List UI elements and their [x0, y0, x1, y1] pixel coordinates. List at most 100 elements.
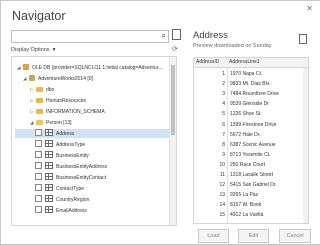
cell-addressline1: 9265 La Paz [230, 192, 259, 199]
table-row: 2 9833 Mt. Dias Blv. [194, 80, 308, 88]
tree-node[interactable]: Address [15, 129, 174, 138]
cell-addressid: 9 [222, 151, 225, 158]
folder-icon [36, 87, 43, 92]
cell-addressid: 3 [222, 91, 225, 98]
cell-addressline1: 1226 Shoe St. [230, 111, 262, 118]
tree-node[interactable]: ▷ HumanResources [15, 96, 86, 105]
cancel-button[interactable]: Cancel [279, 229, 311, 243]
preview-scrollbar[interactable] [303, 68, 308, 223]
tree-node[interactable]: BusinessEntityContact [15, 173, 106, 182]
table-checkbox[interactable] [35, 129, 42, 136]
display-options-label: Display Options [11, 47, 50, 53]
table-row: 8 6387 Scenic Avenue [194, 141, 308, 149]
preview-subtitle: Preview downloaded on Sunday [193, 43, 272, 49]
refresh-icon[interactable]: ⟳ [172, 45, 178, 53]
cell-addressid: 11 [219, 172, 225, 178]
cell-addressid: 2 [222, 81, 225, 88]
tree-scrollbar-thumb[interactable] [171, 65, 175, 135]
table-checkbox[interactable] [35, 195, 42, 202]
navigator-window: Navigator ✕ ⌕ Display Options ▼ ⟳ ◢ OLE DB… [0, 0, 320, 245]
table-checkbox[interactable] [35, 173, 42, 180]
tree-node-label: Person [13] [46, 120, 72, 126]
navigator-left-pane: ⌕ Display Options ▼ ⟳ ◢ OLE DB (provider=S… [11, 29, 183, 226]
tree-node[interactable]: ◢ OLE DB (provider=SQLNCLI11.1;initial ca… [15, 63, 162, 72]
table-checkbox[interactable] [35, 206, 42, 213]
tree-node-label: BusinessEntityContact [56, 175, 107, 181]
folder-icon [36, 109, 43, 114]
preview-table-header: AddressID AddressLine1 [194, 58, 308, 68]
tree-node[interactable]: ◢ Person [13] [15, 118, 72, 127]
cell-addressline1: 6387 Scenic Avenue [230, 141, 276, 148]
table-row: 3 7484 Roundtree Drive [194, 90, 308, 98]
document-icon[interactable] [172, 29, 181, 40]
table-icon [45, 206, 53, 213]
cell-addressline1: 5672 Hale Dr. [230, 131, 261, 138]
table-row: 4 9539 Glenside Dr [194, 100, 308, 108]
tree-node-label: AddressType [56, 142, 86, 148]
table-row: 5 1226 Shoe St. [194, 110, 308, 118]
table-checkbox[interactable] [35, 151, 42, 158]
table-checkbox[interactable] [35, 184, 42, 191]
column-header-addressline1[interactable]: AddressLine1 [229, 58, 260, 67]
tree-node[interactable]: BusinessEntityAddress [15, 162, 107, 171]
search-icon[interactable]: ⌕ [162, 31, 166, 41]
tree-node-label: INFORMATION_SCHEMA [46, 109, 105, 115]
tree-node[interactable]: ▷ dbo [15, 85, 54, 94]
table-icon [45, 195, 53, 202]
cell-addressline1: 250 Race Court [230, 161, 266, 168]
folder-icon [36, 120, 43, 125]
cell-addressline1: 7484 Roundtree Drive [230, 91, 279, 98]
edit-button[interactable]: Edit [238, 229, 269, 243]
load-button[interactable]: Load [198, 229, 229, 243]
preview-table: AddressID AddressLine1 1 1970 Napa Ct. 2 98… [193, 57, 309, 224]
cell-addressline1: 8713 Yosemite Ct. [230, 151, 271, 158]
tree-node-label: ContactType [56, 186, 85, 192]
footer-bar: Load Edit Cancel [1, 227, 320, 244]
tree-node-label: BusinessEntity [56, 153, 89, 159]
cell-addressid: 5 [222, 111, 225, 118]
cell-addressline1: 9539 Glenside Dr [230, 101, 269, 108]
preview-title: Address [193, 30, 228, 41]
tree-node[interactable]: AddressType [15, 140, 85, 149]
chevron-down-icon: ▼ [51, 47, 57, 53]
search-input[interactable]: ⌕ [11, 30, 169, 43]
tree-node[interactable]: BusinessEntity [15, 151, 89, 160]
cell-addressid: 1 [222, 71, 225, 77]
tree-node[interactable]: ◢ AdventureWorks2014 [0] [15, 74, 93, 83]
table-row: 14 8157 W. Book [194, 201, 308, 209]
cell-addressid: 8 [222, 141, 225, 148]
table-row: 6 1399 Firestone Drive [194, 121, 308, 129]
cell-addressid: 7 [222, 131, 225, 138]
preview-pane: Address Preview downloaded on Sunday Add… [193, 30, 311, 224]
cell-addressid: 15 [219, 212, 225, 219]
preview-document-icon[interactable] [299, 34, 307, 44]
table-icon [45, 162, 53, 169]
cell-addressline1: 1318 Lasalle Street [230, 172, 274, 178]
table-row: 10 250 Race Court [194, 161, 308, 169]
tree-node[interactable]: ▷ INFORMATION_SCHEMA [15, 107, 105, 116]
table-row: 7 5672 Hale Dr. [194, 131, 308, 139]
cell-addressid: 6 [222, 121, 225, 128]
tree-node-label: OLE DB (provider=SQLNCLI11.1;initial cat… [32, 65, 163, 71]
table-icon [45, 184, 53, 191]
table-row: 11 1318 Lasalle Street [194, 171, 308, 179]
column-header-addressid[interactable]: AddressID [196, 58, 219, 67]
cell-addressid: 10 [219, 161, 225, 168]
tree-node[interactable]: ContactType [15, 184, 84, 193]
tree-node[interactable]: EmailAddress [15, 206, 87, 215]
cell-addressline1: 8157 W. Book [230, 202, 262, 209]
display-options-button[interactable]: Display Options ▼ [11, 47, 56, 53]
tree-scrollbar[interactable] [169, 57, 176, 225]
cell-addressline1: 5415 San Gabriel Dr. [230, 182, 277, 189]
cell-addressline1: 4912 La Vuelta [230, 212, 264, 219]
table-checkbox[interactable] [35, 140, 42, 147]
tree-node-label: CountryRegion [56, 197, 90, 203]
cell-addressid: 13 [219, 192, 225, 199]
tree-node-label: BusinessEntityAddress [56, 164, 108, 170]
tree-node[interactable]: CountryRegion [15, 195, 89, 204]
table-checkbox[interactable] [35, 162, 42, 169]
table-row: 15 4912 La Vuelta [194, 211, 308, 219]
close-icon[interactable]: ✕ [306, 4, 313, 13]
table-icon [45, 173, 53, 180]
table-icon [45, 151, 53, 158]
